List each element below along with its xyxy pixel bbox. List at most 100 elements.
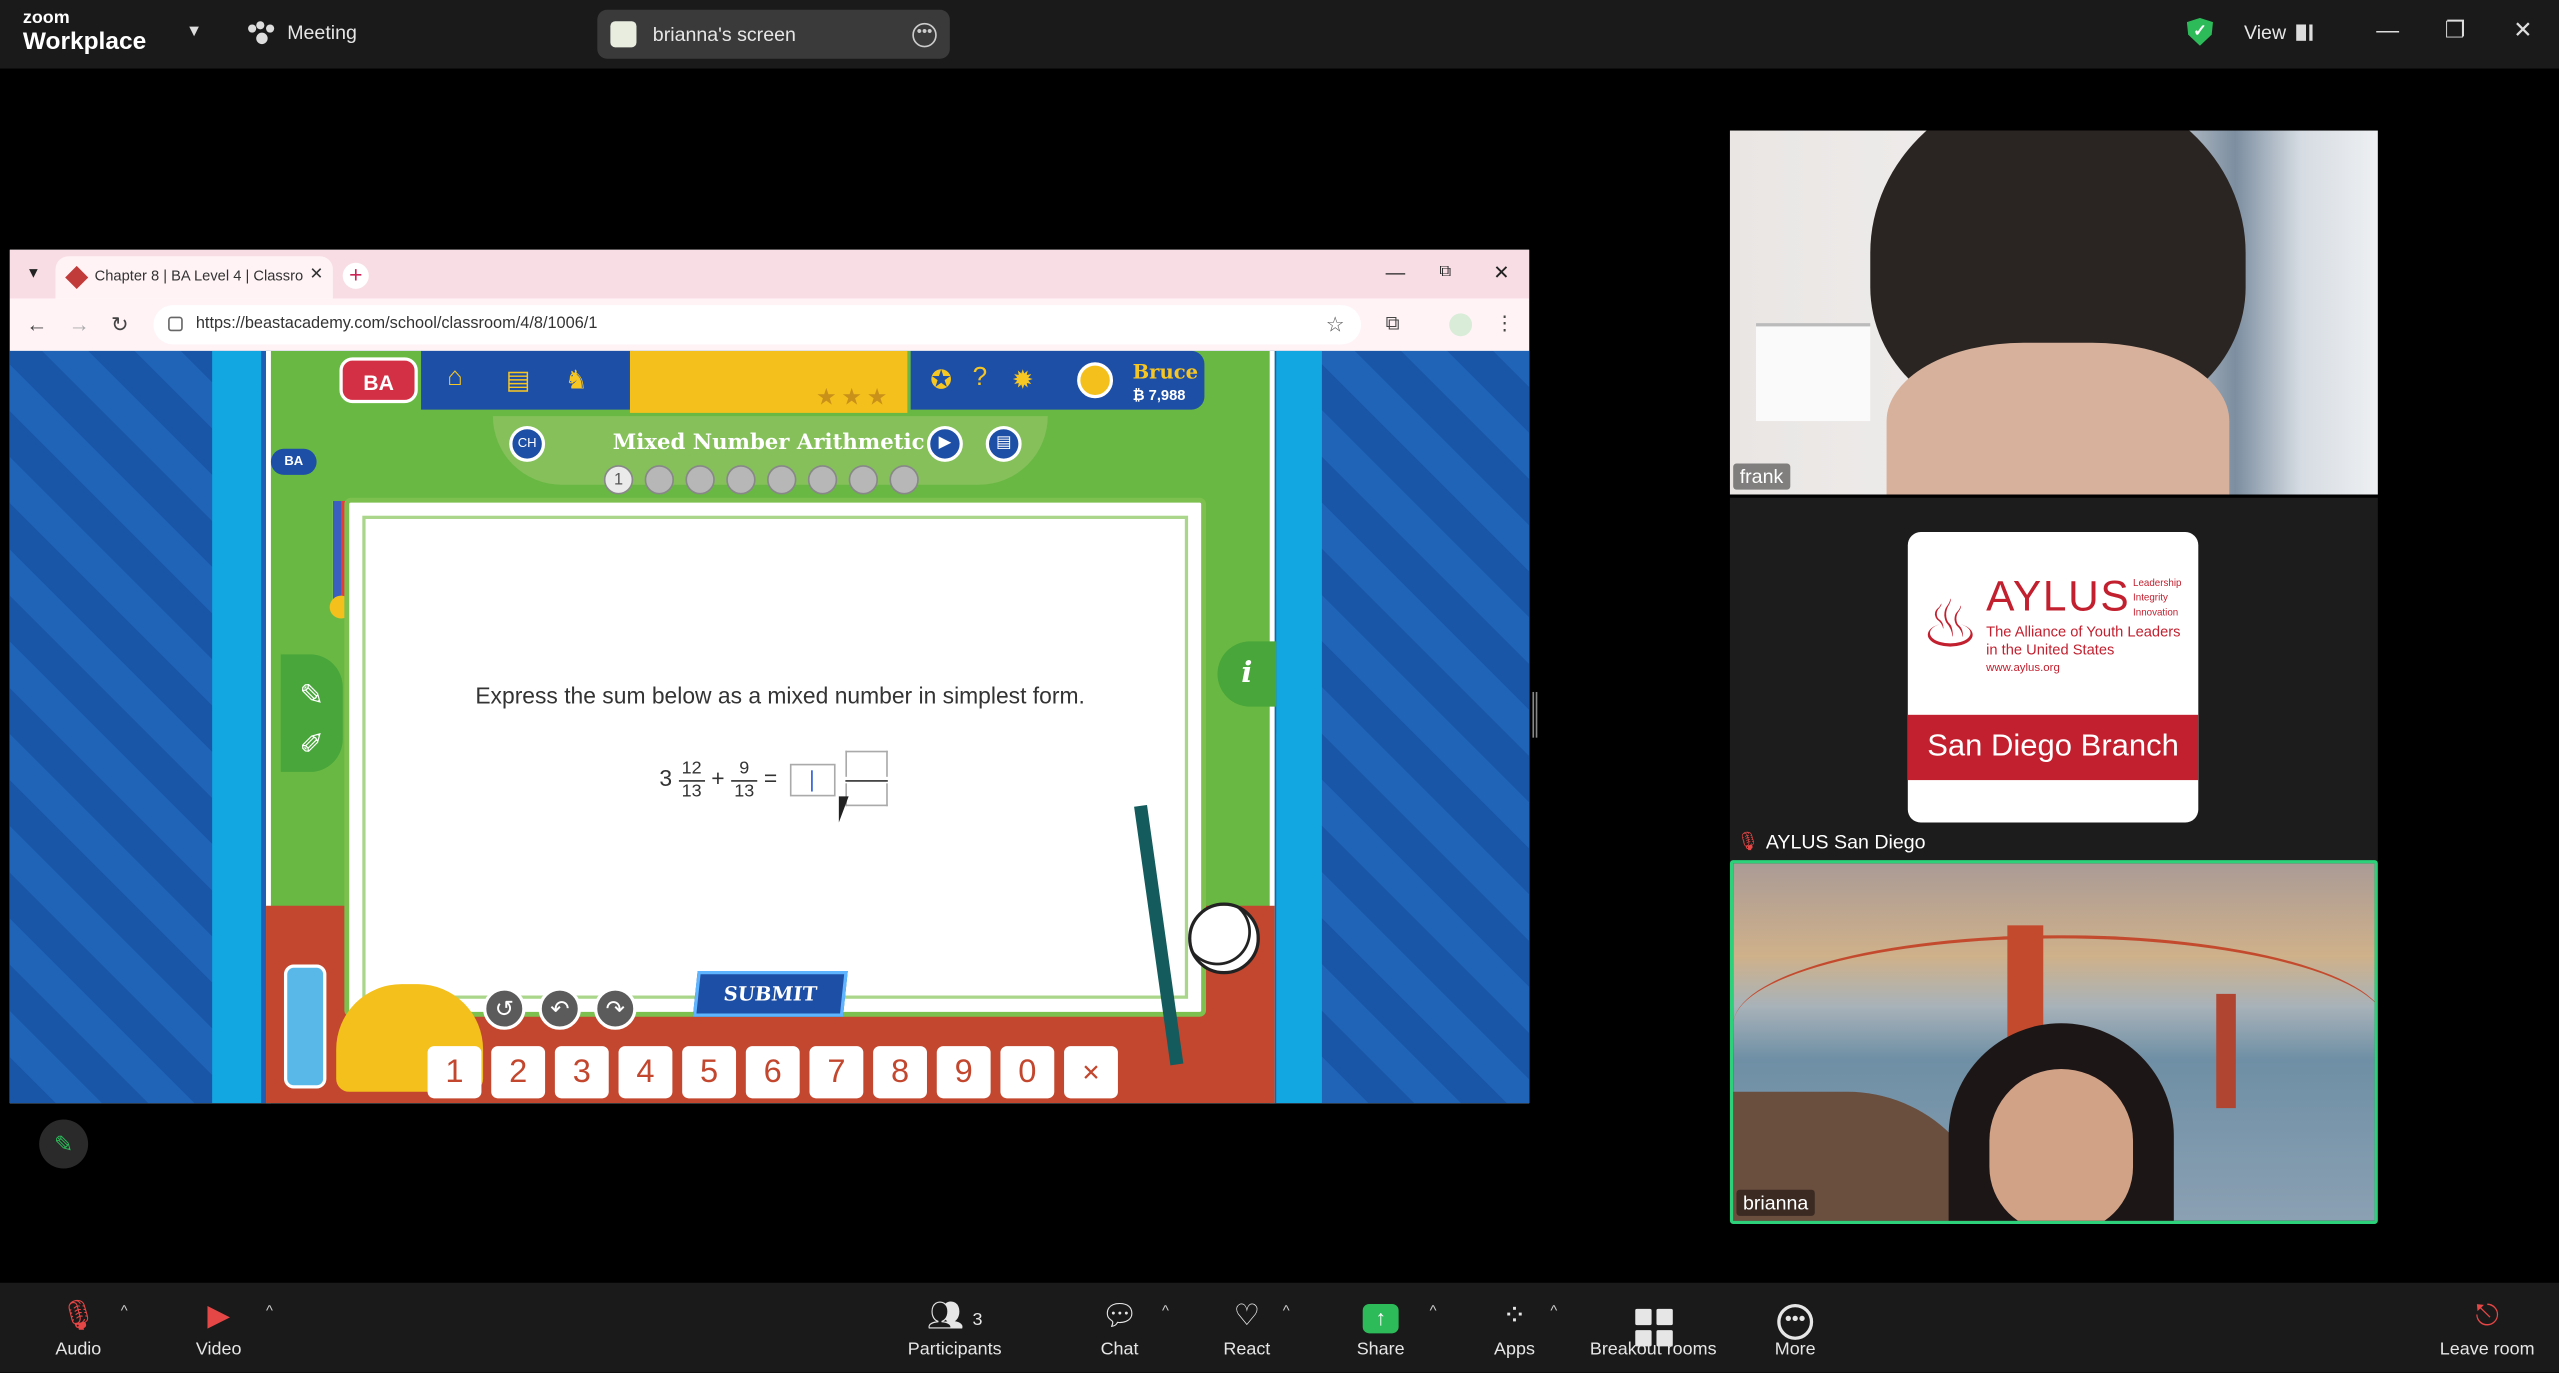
close-icon[interactable]: ✕ bbox=[2513, 16, 2532, 44]
browser-toolbar: ← → ↻ https://beastacademy.com/school/cl… bbox=[9, 298, 1530, 351]
key-9[interactable]: 9 bbox=[936, 1046, 991, 1099]
beast-academy-game: BA ⌂ ▤ ♞ ★★★ ✪ ? ✹ Bruce ₿ 7,988 BA CH M… bbox=[9, 350, 1530, 1104]
user-avatar[interactable] bbox=[1077, 362, 1114, 399]
guide-book-icon[interactable]: ▤ bbox=[985, 425, 1022, 462]
apps-button[interactable]: ⁘ Apps bbox=[1485, 1296, 1544, 1359]
participant-face bbox=[1886, 342, 2230, 495]
ba-home-logo[interactable]: BA bbox=[339, 357, 418, 404]
tab-close-icon[interactable]: ✕ bbox=[309, 266, 323, 284]
reload-icon[interactable]: ↻ bbox=[111, 312, 129, 338]
restore-icon[interactable]: ❐ bbox=[2445, 16, 2466, 44]
answer-numerator-input[interactable] bbox=[845, 750, 888, 777]
tab-list-icon[interactable]: ▼ bbox=[26, 264, 41, 280]
key-6[interactable]: 6 bbox=[745, 1046, 800, 1099]
fraction-1-denominator: 13 bbox=[681, 780, 702, 801]
breakout-rooms-button[interactable]: Breakout rooms bbox=[1583, 1296, 1723, 1359]
react-button[interactable]: ♡ React bbox=[1217, 1296, 1276, 1359]
share-button[interactable]: ↑ Share bbox=[1348, 1296, 1413, 1359]
more-button[interactable]: ••• More bbox=[1766, 1296, 1825, 1359]
browser-minimize-icon[interactable]: — bbox=[1386, 261, 1406, 284]
ba-side-logo[interactable]: BA bbox=[270, 448, 317, 475]
undo-icon[interactable]: ↶ bbox=[538, 987, 581, 1030]
annotate-pencil-icon[interactable]: ✎ bbox=[39, 1119, 89, 1169]
browser-tab[interactable]: Chapter 8 | BA Level 4 | Classro ✕ bbox=[55, 256, 333, 299]
mouse-pointer-icon bbox=[838, 796, 859, 823]
address-bar[interactable]: https://beastacademy.com/school/classroo… bbox=[153, 305, 1362, 345]
panel-resize-handle[interactable] bbox=[1532, 691, 1538, 738]
tagline-line: Integrity bbox=[2133, 594, 2168, 604]
progress-dot-current[interactable]: 1 bbox=[603, 465, 634, 495]
back-icon[interactable]: ← bbox=[26, 312, 47, 336]
key-7[interactable]: 7 bbox=[809, 1046, 864, 1099]
extensions-icon[interactable]: ⧉ bbox=[1386, 312, 1400, 336]
play-video-icon[interactable]: ▶ bbox=[926, 425, 963, 462]
react-options-chevron-icon[interactable]: ^ bbox=[1283, 1302, 1290, 1318]
audio-options-chevron-icon[interactable]: ^ bbox=[121, 1302, 128, 1318]
more-options-icon[interactable]: ••• bbox=[912, 22, 937, 47]
key-3[interactable]: 3 bbox=[554, 1046, 609, 1099]
fraction-2-numerator: 9 bbox=[730, 758, 758, 781]
chat-button[interactable]: 💬︎ Chat bbox=[1090, 1296, 1149, 1359]
video-options-chevron-icon[interactable]: ^ bbox=[266, 1302, 273, 1318]
tagline-line: Leadership bbox=[2133, 579, 2182, 590]
key-5[interactable]: 5 bbox=[682, 1046, 737, 1099]
minimize-icon[interactable]: — bbox=[2376, 16, 2399, 42]
shared-screen-label: brianna's screen bbox=[652, 22, 796, 46]
pencil-tools[interactable]: ✎ ✐ bbox=[280, 654, 343, 772]
stars-rating: ★★★ bbox=[816, 383, 893, 410]
browser-maximize-icon[interactable]: ⧉ bbox=[1439, 263, 1451, 281]
water-bottle-icon bbox=[283, 964, 327, 1089]
video-button[interactable]: ▶︎ Video bbox=[186, 1296, 251, 1359]
audio-button[interactable]: 🎙︎ Audio bbox=[46, 1296, 111, 1359]
help-icon[interactable]: ? bbox=[973, 364, 988, 393]
user-name[interactable]: Bruce bbox=[1133, 361, 1199, 384]
chat-icon: 💬︎ bbox=[1100, 1299, 1139, 1332]
video-tile-aylus[interactable]: ♨ AYLUS Leadership Integrity Innovation … bbox=[1729, 497, 2378, 862]
key-1[interactable]: 1 bbox=[427, 1046, 482, 1099]
participant-name: brianna bbox=[1736, 1189, 1815, 1216]
backspace-key[interactable]: ✕ bbox=[1064, 1046, 1118, 1099]
site-info-icon[interactable] bbox=[168, 316, 183, 332]
book-icon[interactable]: ▤ bbox=[506, 364, 531, 397]
settings-icon[interactable]: ✹ bbox=[1012, 364, 1034, 397]
video-tile-frank[interactable]: frank bbox=[1729, 130, 2378, 495]
profile-avatar[interactable] bbox=[1449, 313, 1473, 337]
meeting-menu[interactable]: Meeting bbox=[248, 21, 357, 45]
browser-close-icon[interactable]: ✕ bbox=[1493, 261, 1509, 284]
browser-tab-strip: ▼ Chapter 8 | BA Level 4 | Classro ✕ + —… bbox=[9, 249, 1530, 299]
submit-button[interactable]: SUBMIT bbox=[692, 971, 848, 1017]
background-object bbox=[1756, 323, 1871, 422]
forward-icon[interactable]: → bbox=[69, 312, 90, 336]
security-shield-icon[interactable]: ✓ bbox=[2186, 17, 2213, 46]
participants-button[interactable]: 👥︎ 3 Participants bbox=[898, 1296, 1012, 1359]
key-4[interactable]: 4 bbox=[618, 1046, 673, 1099]
apps-options-chevron-icon[interactable]: ^ bbox=[1550, 1302, 1557, 1318]
redo-icon[interactable]: ↷ bbox=[594, 987, 637, 1030]
shared-screen-pill[interactable]: brianna's screen ••• bbox=[597, 9, 950, 59]
award-icon[interactable]: ✪ bbox=[930, 364, 952, 397]
zoom-logo[interactable]: zoom Workplace bbox=[23, 9, 146, 54]
progress-dot bbox=[767, 465, 797, 495]
bookmark-star-icon[interactable]: ☆ bbox=[1326, 312, 1345, 338]
key-8[interactable]: 8 bbox=[873, 1046, 927, 1099]
browser-menu-icon[interactable]: ⋮ bbox=[1495, 312, 1515, 335]
heart-icon: ♡ bbox=[1233, 1299, 1261, 1332]
key-2[interactable]: 2 bbox=[491, 1046, 546, 1099]
problem-prompt: Express the sum below as a mixed number … bbox=[475, 682, 1085, 709]
character-icon[interactable]: ♞ bbox=[565, 364, 588, 397]
chevron-down-icon[interactable]: ▼ bbox=[186, 23, 202, 41]
new-tab-icon[interactable]: + bbox=[342, 262, 369, 289]
share-options-chevron-icon[interactable]: ^ bbox=[1430, 1302, 1437, 1318]
bottom-toolbar: 🎙︎ Audio ▶︎ Video 👥︎ 3 Participants 💬︎ C… bbox=[0, 1282, 2559, 1373]
key-0[interactable]: 0 bbox=[1000, 1046, 1055, 1099]
chat-options-chevron-icon[interactable]: ^ bbox=[1162, 1302, 1169, 1318]
view-button[interactable]: View bbox=[2244, 21, 2313, 44]
leave-room-button[interactable]: ⎋ Leave room bbox=[2435, 1296, 2539, 1359]
subtitle-line: in the United States bbox=[1986, 641, 2115, 658]
answer-whole-input[interactable] bbox=[790, 763, 836, 797]
video-tile-brianna[interactable]: brianna bbox=[1729, 860, 2378, 1224]
reset-icon[interactable]: ↺ bbox=[483, 987, 526, 1030]
info-button[interactable]: i bbox=[1217, 641, 1277, 707]
school-icon[interactable]: ⌂ bbox=[447, 364, 463, 393]
shared-screen: ▼ Chapter 8 | BA Level 4 | Classro ✕ + —… bbox=[9, 249, 1530, 1104]
